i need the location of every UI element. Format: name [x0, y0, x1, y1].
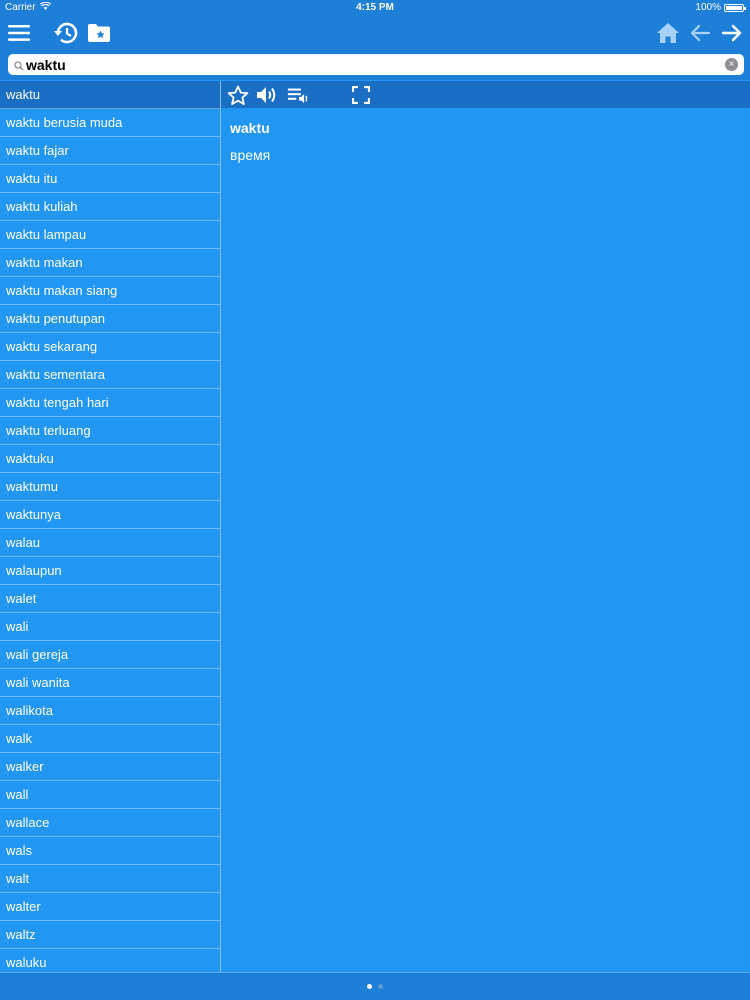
- search-field: ×: [8, 54, 744, 75]
- list-item[interactable]: walaupun: [0, 557, 220, 585]
- list-item[interactable]: waktuku: [0, 445, 220, 473]
- playlist-audio-icon[interactable]: [287, 83, 311, 107]
- battery-info: 100%: [695, 2, 746, 13]
- forward-arrow-icon[interactable]: [718, 19, 746, 47]
- search-bar: ×: [0, 50, 750, 80]
- list-item[interactable]: waltz: [0, 921, 220, 949]
- menu-icon[interactable]: [5, 19, 33, 47]
- search-icon: [14, 58, 24, 76]
- list-item[interactable]: wali: [0, 613, 220, 641]
- list-item[interactable]: waktu itu: [0, 165, 220, 193]
- list-item[interactable]: waktu tengah hari: [0, 389, 220, 417]
- bottom-bar: [0, 972, 750, 1000]
- definition-panel: waktu время: [221, 108, 750, 972]
- clear-search-icon[interactable]: ×: [725, 58, 738, 71]
- word-list: waktu waktu berusia muda waktu fajar waktu …: [0, 81, 220, 977]
- back-arrow-icon[interactable]: [686, 19, 714, 47]
- list-item[interactable]: walter: [0, 893, 220, 921]
- search-input[interactable]: [26, 55, 716, 74]
- list-item[interactable]: wali wanita: [0, 669, 220, 697]
- clock: 4:15 PM: [356, 2, 394, 13]
- list-item[interactable]: waktu fajar: [0, 137, 220, 165]
- list-item[interactable]: walker: [0, 753, 220, 781]
- list-item[interactable]: wallace: [0, 809, 220, 837]
- list-item[interactable]: walikota: [0, 697, 220, 725]
- page-dot[interactable]: [378, 984, 383, 989]
- list-item[interactable]: wall: [0, 781, 220, 809]
- favorites-folder-icon[interactable]: [85, 19, 113, 47]
- list-item[interactable]: waktu makan: [0, 249, 220, 277]
- battery-percent: 100%: [695, 2, 721, 13]
- list-item[interactable]: waktunya: [0, 501, 220, 529]
- list-item[interactable]: waktu penutupan: [0, 305, 220, 333]
- battery-icon: [724, 3, 746, 12]
- detail-toolbar: [221, 81, 750, 108]
- list-item[interactable]: wali gereja: [0, 641, 220, 669]
- list-item[interactable]: waktu sementara: [0, 361, 220, 389]
- fullscreen-icon[interactable]: [349, 83, 373, 107]
- list-item[interactable]: walet: [0, 585, 220, 613]
- headword: waktu: [230, 120, 270, 136]
- list-item[interactable]: walk: [0, 725, 220, 753]
- star-icon[interactable]: [226, 83, 250, 107]
- list-item[interactable]: waktu berusia muda: [0, 109, 220, 137]
- list-item[interactable]: waktu: [0, 81, 220, 109]
- status-bar: Carrier 4:15 PM 100%: [0, 0, 750, 16]
- history-icon[interactable]: [52, 19, 80, 47]
- translation: время: [230, 147, 271, 163]
- speaker-icon[interactable]: [255, 83, 279, 107]
- list-item[interactable]: walau: [0, 529, 220, 557]
- list-item[interactable]: waktumu: [0, 473, 220, 501]
- list-item[interactable]: waktu terluang: [0, 417, 220, 445]
- list-item[interactable]: waktu sekarang: [0, 333, 220, 361]
- list-item[interactable]: waktu lampau: [0, 221, 220, 249]
- list-item[interactable]: waktu makan siang: [0, 277, 220, 305]
- list-item[interactable]: wals: [0, 837, 220, 865]
- list-item[interactable]: waktu kuliah: [0, 193, 220, 221]
- page-dot-active[interactable]: [367, 984, 372, 989]
- home-icon[interactable]: [654, 19, 682, 47]
- top-toolbar: [0, 16, 750, 50]
- list-item[interactable]: walt: [0, 865, 220, 893]
